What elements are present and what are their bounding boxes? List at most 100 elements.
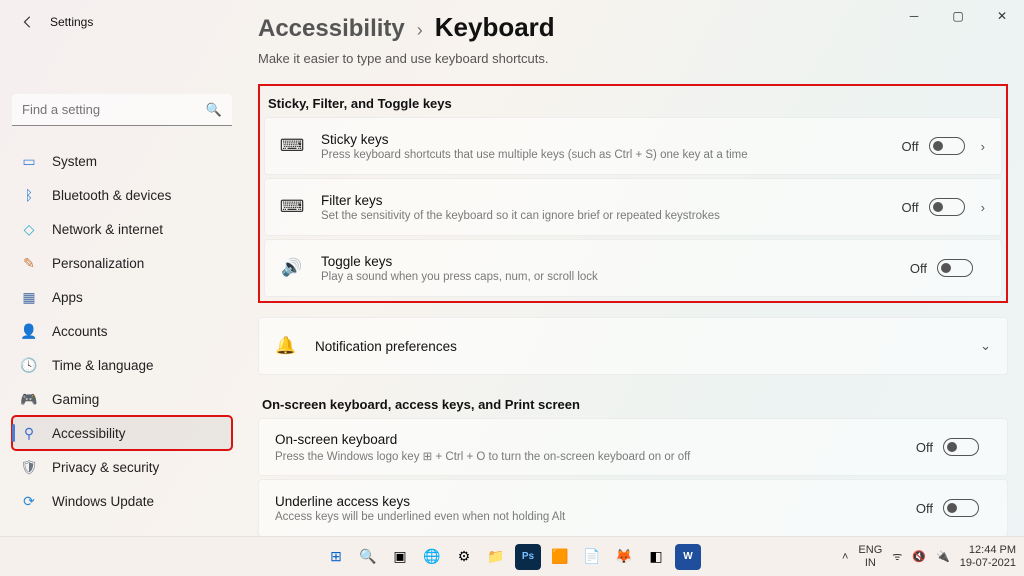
sidebar-item-label: Windows Update: [52, 494, 154, 509]
wifi-icon: ◇: [20, 220, 38, 238]
volume-icon[interactable]: 🔇: [912, 550, 926, 563]
notepad-icon[interactable]: 📄: [579, 544, 605, 570]
account-area: [12, 44, 232, 94]
onscreen-keyboard-row[interactable]: On-screen keyboard Press the Windows log…: [258, 418, 1008, 476]
photoshop-icon[interactable]: Ps: [515, 544, 541, 570]
search-icon: 🔍: [206, 102, 222, 118]
display-icon: ▭: [20, 152, 38, 170]
taskbar: ⊞ 🔍 ▣ 🌐 ⚙ 📁 Ps 🟧 📄 🦊 ◧ W ˄ ENGIN ᯤ 🔇 🔌 1…: [0, 536, 1024, 576]
underline-access-keys-row[interactable]: Underline access keys Access keys will b…: [258, 479, 1008, 536]
toggle-switch[interactable]: [929, 137, 965, 155]
row-desc: Set the sensitivity of the keyboard so i…: [321, 210, 902, 222]
sidebar-item-accessibility[interactable]: ⚲ Accessibility: [12, 416, 232, 450]
sidebar-item-personalization[interactable]: ✎Personalization: [12, 246, 232, 280]
sidebar-item-privacy[interactable]: 🛡Privacy & security: [12, 450, 232, 484]
bell-icon: 🔔: [275, 336, 297, 356]
clock[interactable]: 12:44 PM19-07-2021: [960, 544, 1016, 568]
chevron-right-icon: ›: [417, 20, 423, 41]
sidebar-item-label: Personalization: [52, 256, 144, 271]
toggle-state: Off: [902, 139, 919, 154]
main-content: Accessibility › Keyboard Make it easier …: [258, 12, 1008, 536]
toggle-switch[interactable]: [937, 259, 973, 277]
sound-icon: 🔊: [281, 258, 303, 278]
sidebar-item-label: Bluetooth & devices: [52, 188, 171, 203]
sidebar-item-time[interactable]: 🕓 Time & language: [12, 348, 232, 382]
row-title: Notification preferences: [315, 339, 976, 354]
row-title: Toggle keys: [321, 254, 910, 269]
chrome-icon[interactable]: 🌐: [419, 544, 445, 570]
row-title: Filter keys: [321, 193, 902, 208]
sidebar: 🔍 ▭ System ᛒ Bluetooth & devices ◇ Network …: [0, 44, 244, 536]
explorer-icon[interactable]: 📁: [483, 544, 509, 570]
gamepad-icon: 🎮: [20, 390, 38, 408]
section-title: Sticky, Filter, and Toggle keys: [268, 96, 1002, 111]
page-subtitle: Make it easier to type and use keyboard …: [258, 51, 1008, 66]
keyboard-icon: ⌨: [281, 197, 303, 217]
app-icon[interactable]: ◧: [643, 544, 669, 570]
page-title: Keyboard: [435, 12, 555, 43]
breadcrumb-parent[interactable]: Accessibility: [258, 15, 405, 43]
highlighted-section: Sticky, Filter, and Toggle keys ⌨ Sticky…: [258, 84, 1008, 303]
toggle-state: Off: [902, 200, 919, 215]
filter-keys-row[interactable]: ⌨ Filter keys Set the sensitivity of the…: [264, 178, 1002, 236]
sidebar-item-update[interactable]: ⟳ Windows Update: [12, 484, 232, 518]
toggle-switch[interactable]: [943, 438, 979, 456]
toggle-state: Off: [910, 261, 927, 276]
app-title: Settings: [50, 15, 93, 29]
chevron-right-icon[interactable]: ›: [981, 139, 985, 154]
section-title: On-screen keyboard, access keys, and Pri…: [262, 397, 1008, 412]
bluetooth-icon: ᛒ: [20, 186, 38, 204]
sidebar-item-label: Gaming: [52, 392, 99, 407]
word-icon[interactable]: W: [675, 544, 701, 570]
toggle-state: Off: [916, 501, 933, 516]
row-title: On-screen keyboard: [275, 432, 916, 447]
task-view-icon[interactable]: ▣: [387, 544, 413, 570]
chevron-right-icon[interactable]: ›: [981, 200, 985, 215]
toggle-switch[interactable]: [943, 499, 979, 517]
sidebar-item-bluetooth[interactable]: ᛒ Bluetooth & devices: [12, 178, 232, 212]
start-button[interactable]: ⊞: [323, 544, 349, 570]
search-input[interactable]: [22, 102, 206, 117]
toggle-switch[interactable]: [929, 198, 965, 216]
row-desc: Play a sound when you press caps, num, o…: [321, 271, 910, 283]
nav-list: ▭ System ᛒ Bluetooth & devices ◇ Network & …: [12, 144, 232, 518]
chevron-down-icon[interactable]: ⌄: [980, 338, 991, 354]
sidebar-item-label: Accounts: [52, 324, 108, 339]
sidebar-item-apps[interactable]: ▦ Apps: [12, 280, 232, 314]
toggle-keys-row[interactable]: 🔊 Toggle keys Play a sound when you pres…: [264, 239, 1002, 297]
accessibility-icon: ⚲: [20, 424, 38, 442]
toggle-state: Off: [916, 440, 933, 455]
person-icon: 👤: [20, 322, 38, 340]
search-box[interactable]: 🔍: [12, 94, 232, 126]
back-button[interactable]: [20, 14, 36, 30]
row-desc: Press keyboard shortcuts that use multip…: [321, 149, 902, 161]
keyboard-icon: ⌨: [281, 136, 303, 156]
sidebar-item-label: Accessibility: [52, 426, 126, 441]
settings-icon[interactable]: ⚙: [451, 544, 477, 570]
tray-chevron-icon[interactable]: ˄: [842, 551, 848, 563]
sidebar-item-label: System: [52, 154, 97, 169]
battery-icon[interactable]: 🔌: [936, 550, 950, 563]
sidebar-item-label: Apps: [52, 290, 83, 305]
clock-icon: 🕓: [20, 356, 38, 374]
sidebar-item-gaming[interactable]: 🎮 Gaming: [12, 382, 232, 416]
update-icon: ⟳: [20, 492, 38, 510]
sidebar-item-label: Time & language: [52, 358, 154, 373]
language-indicator[interactable]: ENGIN: [858, 544, 882, 568]
sidebar-item-system[interactable]: ▭ System: [12, 144, 232, 178]
system-tray[interactable]: ˄ ENGIN ᯤ 🔇 🔌 12:44 PM19-07-2021: [842, 544, 1016, 568]
row-title: Underline access keys: [275, 494, 916, 509]
sidebar-item-label: Privacy & security: [52, 460, 159, 475]
wifi-icon[interactable]: ᯤ: [892, 549, 902, 564]
sidebar-item-accounts[interactable]: 👤 Accounts: [12, 314, 232, 348]
search-icon[interactable]: 🔍: [355, 544, 381, 570]
taskbar-icons: ⊞ 🔍 ▣ 🌐 ⚙ 📁 Ps 🟧 📄 🦊 ◧ W: [323, 544, 701, 570]
sidebar-item-network[interactable]: ◇ Network & internet: [12, 212, 232, 246]
notification-preferences-row[interactable]: 🔔 Notification preferences ⌄: [258, 317, 1008, 375]
firefox-icon[interactable]: 🦊: [611, 544, 637, 570]
breadcrumb: Accessibility › Keyboard: [258, 12, 1008, 43]
app-icon[interactable]: 🟧: [547, 544, 573, 570]
apps-icon: ▦: [20, 288, 38, 306]
sidebar-item-label: Network & internet: [52, 222, 163, 237]
sticky-keys-row[interactable]: ⌨ Sticky keys Press keyboard shortcuts t…: [264, 117, 1002, 175]
